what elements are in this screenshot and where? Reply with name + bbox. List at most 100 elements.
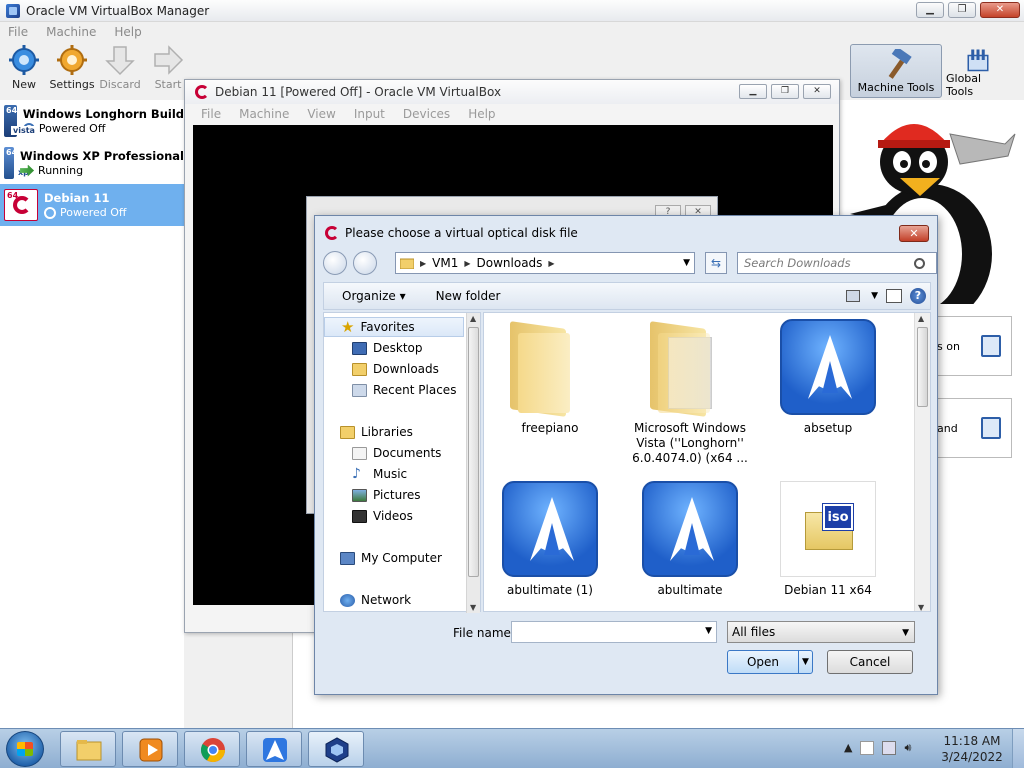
vm-item-debian-11[interactable]: 64 Debian 11 Powered Off: [0, 184, 184, 226]
address-bar[interactable]: ▶ VM1 ▶ Downloads ▶ ▼: [395, 252, 695, 274]
file-item-freepiano[interactable]: freepiano: [490, 319, 610, 436]
nav-my-computer[interactable]: My Computer: [324, 548, 442, 568]
discard-arrow-down-icon: [105, 46, 135, 76]
search-input[interactable]: Search Downloads: [737, 252, 937, 274]
nav-network[interactable]: Network: [324, 590, 411, 610]
back-button[interactable]: [323, 251, 347, 275]
vm-minimize-button[interactable]: ▁: [739, 84, 767, 99]
organize-button[interactable]: Organize ▾: [342, 289, 406, 303]
nav-documents[interactable]: Documents: [324, 443, 441, 463]
file-item-vista-folder[interactable]: Microsoft Windows Vista (''Longhorn'' 6.…: [630, 319, 750, 466]
vm-window-title: Debian 11 [Powered Off] - Oracle VM Virt…: [215, 85, 502, 99]
taskbar-chrome[interactable]: [184, 731, 240, 767]
nav-libraries[interactable]: Libraries: [324, 422, 413, 442]
taskbar-media-player[interactable]: [122, 731, 178, 767]
folder-icon: [502, 319, 598, 417]
breadcrumb-vm1[interactable]: VM1: [432, 256, 458, 270]
start-orb-button[interactable]: [6, 731, 44, 767]
preview-pane-icon[interactable]: [886, 289, 902, 303]
file-name: Microsoft Windows Vista (''Longhorn'' 6.…: [632, 421, 748, 465]
nav-music[interactable]: ♪ Music: [324, 464, 407, 484]
vm-menu-help[interactable]: Help: [468, 107, 495, 121]
tool-card-1[interactable]: s on: [930, 316, 1012, 376]
settings-button[interactable]: Settings: [49, 44, 95, 100]
volume-icon[interactable]: 🔊︎: [904, 741, 911, 755]
chrome-icon: [200, 738, 225, 763]
file-item-debian-11-x64[interactable]: iso Debian 11 x64: [768, 481, 888, 598]
file-item-absetup[interactable]: absetup: [768, 319, 888, 436]
file-list-scrollbar[interactable]: ▲ ▼: [914, 313, 930, 611]
file-dialog-title: Please choose a virtual optical disk fil…: [345, 226, 578, 240]
menu-help[interactable]: Help: [114, 25, 141, 39]
help-icon[interactable]: ?: [910, 288, 926, 304]
network-icon[interactable]: [882, 741, 897, 755]
nav-pictures[interactable]: Pictures: [324, 485, 421, 505]
view-icon[interactable]: [846, 290, 860, 302]
computer-icon: [340, 551, 355, 565]
open-button[interactable]: Open ▼: [727, 650, 813, 674]
windows-xp-os-icon: 64 xp: [4, 147, 31, 179]
view-dropdown-icon[interactable]: ▼: [871, 291, 878, 301]
star-icon: ★: [341, 318, 355, 336]
documents-icon: [352, 446, 367, 460]
refresh-button[interactable]: ⇆: [705, 252, 727, 274]
nav-videos[interactable]: Videos: [324, 506, 413, 526]
file-type-select[interactable]: All files ▼: [727, 621, 915, 643]
forward-button[interactable]: [353, 251, 377, 275]
vm-menu-input[interactable]: Input: [354, 107, 385, 121]
clock[interactable]: 11:18 AM 3/24/2022: [940, 733, 1004, 765]
nav-downloads[interactable]: Downloads: [324, 359, 439, 379]
nav-desktop[interactable]: Desktop: [324, 338, 423, 358]
discard-button[interactable]: Discard: [98, 44, 142, 100]
libraries-icon: [340, 425, 355, 439]
vm-window-titlebar: Debian 11 [Powered Off] - Oracle VM Virt…: [185, 80, 839, 104]
open-split-dropdown-icon[interactable]: ▼: [798, 651, 812, 673]
file-dialog-close-button[interactable]: ✕: [899, 225, 929, 242]
menu-file[interactable]: File: [8, 25, 28, 39]
vm-close-button[interactable]: ✕: [803, 84, 831, 99]
file-name-label: File name:: [453, 626, 515, 640]
vm-menu-devices[interactable]: Devices: [403, 107, 450, 121]
new-label: New: [12, 78, 36, 91]
file-name-input[interactable]: ▼: [511, 621, 717, 643]
music-icon: ♪: [352, 465, 361, 482]
folder-icon: [400, 258, 414, 269]
avast-app-icon: [642, 481, 738, 577]
vm-item-windows-xp[interactable]: 64 xp Windows XP Professional Running: [0, 142, 184, 184]
manager-menubar: File Machine Help: [0, 22, 1024, 42]
file-list: freepiano Microsoft Windows Vista (''Lon…: [483, 312, 931, 612]
vm-maximize-button[interactable]: ❐: [771, 84, 799, 99]
vm-menu-file[interactable]: File: [201, 107, 221, 121]
nav-recent-places[interactable]: Recent Places: [324, 380, 456, 400]
machine-tools-button[interactable]: Machine Tools: [850, 44, 942, 98]
breadcrumb-downloads[interactable]: Downloads: [477, 256, 543, 270]
taskbar-explorer[interactable]: [60, 731, 116, 767]
tool-card-2[interactable]: and: [930, 398, 1012, 458]
vm-menu-machine[interactable]: Machine: [239, 107, 289, 121]
vm-item-windows-longhorn[interactable]: 64 vista Windows Longhorn Build Powered …: [0, 100, 184, 142]
nav-favorites[interactable]: ★ Favorites: [324, 317, 464, 337]
show-desktop-button[interactable]: [1012, 729, 1024, 768]
global-tools-button[interactable]: Global Tools: [946, 44, 1010, 98]
new-folder-button[interactable]: New folder: [436, 289, 501, 303]
taskbar-virtualbox[interactable]: [308, 731, 364, 767]
menu-machine[interactable]: Machine: [46, 25, 96, 39]
action-center-flag-icon[interactable]: [860, 741, 875, 755]
vm-menu-view[interactable]: View: [307, 107, 335, 121]
file-item-abultimate[interactable]: abultimate: [630, 481, 750, 598]
address-dropdown-icon[interactable]: ▼: [683, 258, 690, 268]
folder-documents-icon: [642, 319, 738, 417]
navigation-pane: ★ Favorites Desktop Downloads Recent Plac…: [323, 312, 481, 613]
file-name: freepiano: [521, 421, 579, 435]
chevron-down-icon[interactable]: ▼: [705, 626, 712, 636]
debian-os-icon: 64: [4, 189, 38, 221]
maximize-button[interactable]: ❐: [948, 2, 976, 18]
taskbar-avast[interactable]: [246, 731, 302, 767]
tray-expand-icon[interactable]: ▲: [844, 741, 852, 755]
close-button[interactable]: ✕: [980, 2, 1020, 18]
cancel-button[interactable]: Cancel: [827, 650, 913, 674]
new-button[interactable]: New: [2, 44, 46, 100]
nav-scrollbar[interactable]: ▲ ▼: [466, 313, 480, 613]
file-item-abultimate-1[interactable]: abultimate (1): [490, 481, 610, 598]
minimize-button[interactable]: ▁: [916, 2, 944, 18]
